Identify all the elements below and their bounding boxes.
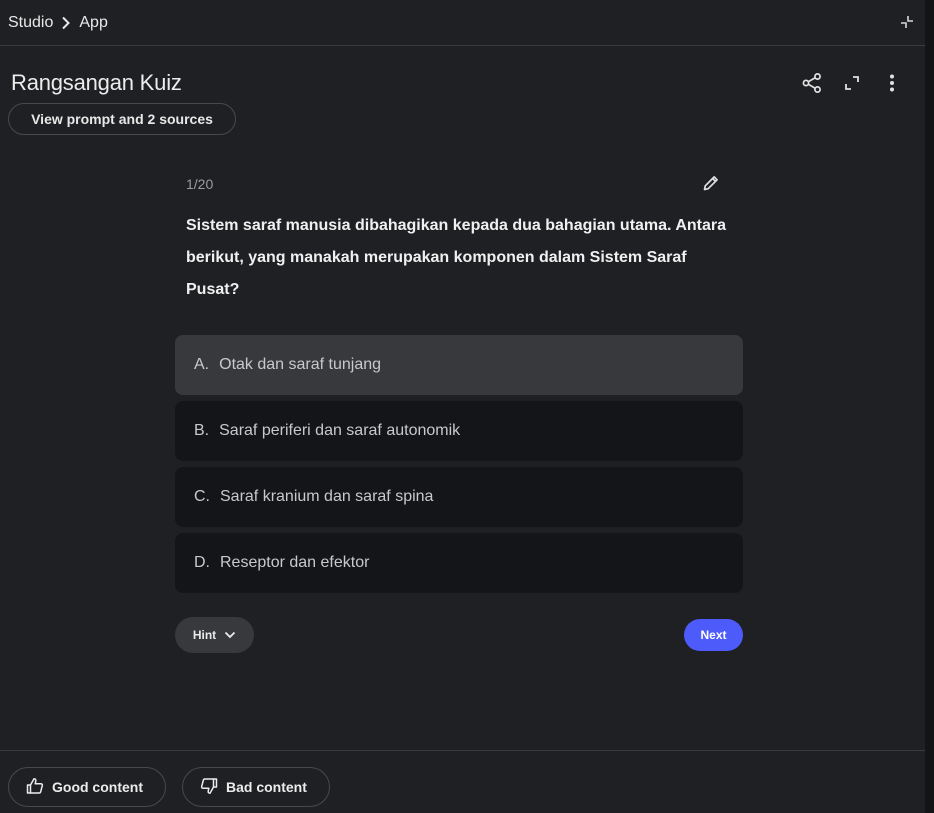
thumbs-up-icon — [26, 777, 44, 798]
question-text: Sistem saraf manusia dibahagikan kepada … — [186, 217, 727, 298]
header-actions — [800, 70, 904, 96]
page-header: Rangsangan Kuiz — [11, 70, 182, 96]
feedback-footer: Good content Bad content — [0, 750, 925, 813]
answer-option-a[interactable]: A. Otak dan saraf tunjang — [175, 335, 743, 395]
answer-option-b[interactable]: B. Saraf periferi dan saraf autonomik — [175, 401, 743, 461]
good-content-button[interactable]: Good content — [8, 767, 166, 807]
option-letter: D. — [194, 554, 210, 571]
edit-icon[interactable] — [701, 173, 721, 193]
collapse-icon[interactable] — [899, 14, 915, 30]
option-letter: A. — [194, 356, 210, 373]
page-title: Rangsangan Kuiz — [11, 70, 182, 95]
hint-button[interactable]: Hint — [175, 617, 254, 653]
chevron-down-icon — [224, 628, 236, 642]
option-text: Saraf periferi dan saraf autonomik — [219, 422, 461, 439]
next-button[interactable]: Next — [684, 619, 743, 651]
top-bar: Studio App — [0, 0, 925, 46]
breadcrumb-app[interactable]: App — [79, 14, 107, 32]
share-icon[interactable] — [800, 70, 824, 96]
more-vert-icon[interactable] — [880, 70, 904, 96]
bad-content-label: Bad content — [226, 779, 307, 795]
expand-icon[interactable] — [840, 70, 864, 96]
answer-options: A. Otak dan saraf tunjang B. Saraf perif… — [175, 335, 743, 599]
hint-label: Hint — [192, 628, 217, 642]
good-content-label: Good content — [52, 779, 143, 795]
question-counter: 1/20 — [186, 176, 214, 192]
view-prompt-button[interactable]: View prompt and 2 sources — [8, 103, 236, 135]
option-text: Reseptor dan efektor — [220, 554, 370, 571]
answer-option-c[interactable]: C. Saraf kranium dan saraf spina — [175, 467, 743, 527]
scrollbar-track[interactable] — [925, 0, 934, 813]
option-text: Saraf kranium dan saraf spina — [220, 488, 434, 505]
chevron-right-icon — [61, 16, 71, 30]
option-text: Otak dan saraf tunjang — [219, 356, 382, 373]
app-frame: Studio App Rangsangan Kuiz View prompt a… — [0, 0, 934, 813]
bad-content-button[interactable]: Bad content — [182, 767, 330, 807]
breadcrumb-studio[interactable]: Studio — [8, 14, 53, 32]
option-letter: C. — [194, 488, 210, 505]
answer-option-d[interactable]: D. Reseptor dan efektor — [175, 533, 743, 593]
breadcrumb: Studio App — [8, 14, 108, 32]
thumbs-down-icon — [200, 777, 218, 798]
option-letter: B. — [194, 422, 210, 439]
